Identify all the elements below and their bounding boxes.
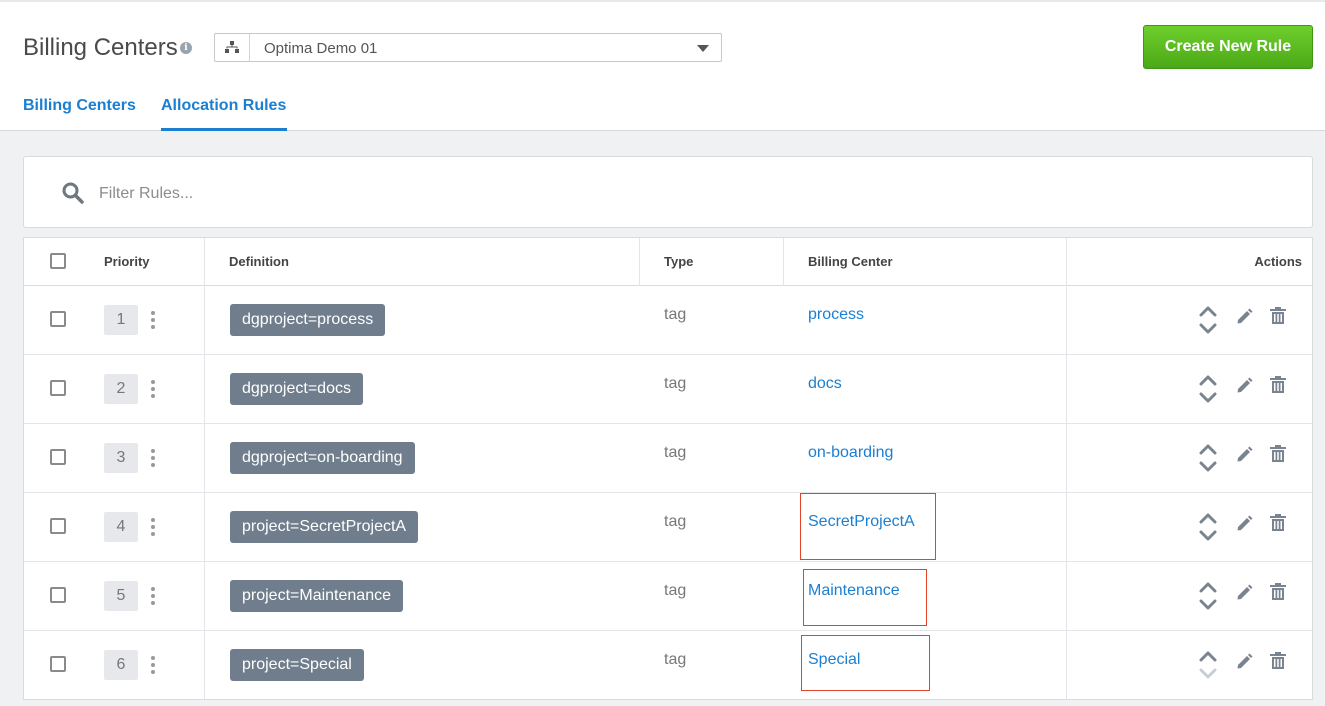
column-header-priority[interactable]: Priority — [104, 254, 150, 269]
type-cell: tag — [664, 306, 687, 323]
page-title: Billing Centers — [23, 34, 178, 61]
priority-badge: 2 — [104, 374, 138, 404]
trash-icon[interactable] — [1270, 652, 1286, 670]
row-checkbox[interactable] — [50, 380, 66, 396]
type-cell: tag — [664, 444, 687, 461]
page-header: Billing Centers i Optima Demo 01 Create … — [0, 0, 1325, 131]
move-up-icon[interactable] — [1199, 513, 1217, 524]
trash-icon[interactable] — [1270, 376, 1286, 394]
table-row: 4 project=SecretProjectA tag SecretProje… — [24, 493, 1312, 562]
trash-icon[interactable] — [1270, 307, 1286, 325]
type-cell: tag — [664, 651, 687, 668]
definition-tag: project=Maintenance — [230, 580, 403, 612]
priority-badge: 3 — [104, 443, 138, 473]
move-down-icon[interactable] — [1199, 599, 1217, 610]
org-hierarchy-icon — [215, 34, 250, 61]
create-new-rule-button[interactable]: Create New Rule — [1143, 25, 1313, 69]
info-icon[interactable]: i — [180, 42, 192, 54]
column-header-type[interactable]: Type — [664, 254, 693, 269]
move-down-icon[interactable] — [1199, 461, 1217, 472]
move-up-icon[interactable] — [1199, 444, 1217, 455]
column-header-actions: Actions — [1254, 254, 1302, 269]
column-divider — [783, 238, 784, 286]
billing-center-link[interactable]: process — [808, 306, 864, 324]
drag-handle-icon[interactable] — [151, 449, 157, 469]
table-row: 1 dgproject=process tag process — [24, 286, 1312, 355]
priority-badge: 6 — [104, 650, 138, 680]
edit-pencil-icon[interactable] — [1235, 584, 1253, 602]
move-up-icon[interactable] — [1199, 651, 1217, 662]
org-selector-value: Optima Demo 01 — [264, 40, 378, 57]
type-cell: tag — [664, 582, 687, 599]
select-all-checkbox[interactable] — [50, 253, 66, 269]
org-selector[interactable]: Optima Demo 01 — [214, 33, 722, 62]
move-down-icon[interactable] — [1199, 668, 1217, 679]
definition-tag: dgproject=docs — [230, 373, 363, 405]
row-checkbox[interactable] — [50, 449, 66, 465]
move-down-icon[interactable] — [1199, 530, 1217, 541]
drag-handle-icon[interactable] — [151, 656, 157, 676]
column-divider — [639, 238, 640, 286]
tab-billing-centers[interactable]: Billing Centers — [23, 97, 136, 115]
move-down-icon[interactable] — [1199, 323, 1217, 334]
billing-center-link[interactable]: docs — [808, 375, 842, 393]
table-row: 3 dgproject=on-boarding tag on-boarding — [24, 424, 1312, 493]
definition-tag: dgproject=on-boarding — [230, 442, 415, 474]
edit-pencil-icon[interactable] — [1235, 653, 1253, 671]
edit-pencil-icon[interactable] — [1235, 446, 1253, 464]
drag-handle-icon[interactable] — [151, 311, 157, 331]
drag-handle-icon[interactable] — [151, 380, 157, 400]
move-up-icon[interactable] — [1199, 582, 1217, 593]
drag-handle-icon[interactable] — [151, 518, 157, 538]
edit-pencil-icon[interactable] — [1235, 308, 1253, 326]
priority-badge: 4 — [104, 512, 138, 542]
column-header-billing-center[interactable]: Billing Center — [808, 254, 893, 269]
move-up-icon[interactable] — [1199, 306, 1217, 317]
table-row: 6 project=Special tag Special — [24, 631, 1312, 700]
annotation-highlight — [801, 635, 930, 691]
annotation-highlight — [803, 569, 927, 626]
row-checkbox[interactable] — [50, 311, 66, 327]
table-row: 2 dgproject=docs tag docs — [24, 355, 1312, 424]
edit-pencil-icon[interactable] — [1235, 515, 1253, 533]
definition-tag: project=SecretProjectA — [230, 511, 419, 543]
allocation-rules-table: Priority Definition Type Billing Center … — [23, 237, 1313, 700]
search-icon — [62, 182, 84, 204]
priority-badge: 5 — [104, 581, 138, 611]
table-header: Priority Definition Type Billing Center … — [24, 238, 1312, 286]
drag-handle-icon[interactable] — [151, 587, 157, 607]
main-content: Filter Rules... Priority Definition Type… — [0, 131, 1325, 706]
filter-rules-input[interactable]: Filter Rules... — [23, 156, 1313, 228]
row-checkbox[interactable] — [50, 587, 66, 603]
filter-placeholder: Filter Rules... — [99, 185, 194, 202]
trash-icon[interactable] — [1270, 514, 1286, 532]
trash-icon[interactable] — [1270, 445, 1286, 463]
move-down-icon[interactable] — [1199, 392, 1217, 403]
type-cell: tag — [664, 513, 687, 530]
definition-tag: dgproject=process — [230, 304, 386, 336]
annotation-highlight — [800, 493, 936, 560]
edit-pencil-icon[interactable] — [1235, 377, 1253, 395]
type-cell: tag — [664, 375, 687, 392]
priority-badge: 1 — [104, 305, 138, 335]
move-up-icon[interactable] — [1199, 375, 1217, 386]
row-checkbox[interactable] — [50, 656, 66, 672]
row-checkbox[interactable] — [50, 518, 66, 534]
definition-tag: project=Special — [230, 649, 364, 681]
column-header-definition[interactable]: Definition — [229, 254, 289, 269]
chevron-down-icon — [697, 45, 709, 52]
trash-icon[interactable] — [1270, 583, 1286, 601]
tab-allocation-rules[interactable]: Allocation Rules — [161, 97, 286, 115]
billing-center-link[interactable]: on-boarding — [808, 444, 893, 462]
table-row: 5 project=Maintenance tag Maintenance — [24, 562, 1312, 631]
